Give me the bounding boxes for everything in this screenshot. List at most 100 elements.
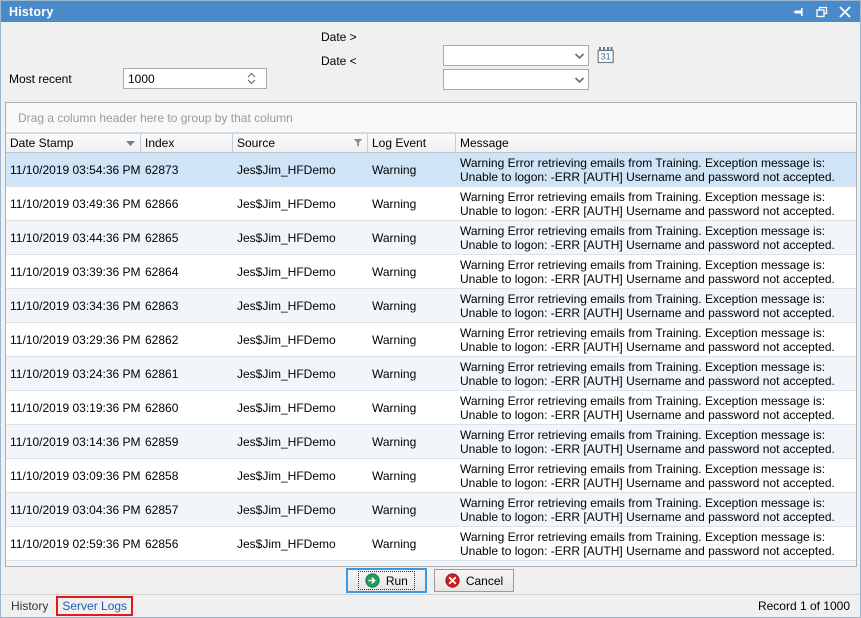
most-recent-stepper[interactable]: [123, 68, 267, 89]
most-recent-input[interactable]: [124, 70, 242, 87]
date-greater-combobox[interactable]: [443, 45, 589, 66]
column-header-source[interactable]: Source: [233, 134, 368, 152]
table-cell-log-event: Warning: [368, 357, 456, 390]
table-cell-source: Jes$Jim_HFDemo: [233, 255, 368, 288]
table-cell-message: Warning Error retrieving emails from Tra…: [456, 153, 856, 186]
table-cell-source: Jes$Jim_HFDemo: [233, 493, 368, 526]
table-row[interactable]: 11/10/2019 03:39:36 PM62864Jes$Jim_HFDem…: [6, 255, 856, 289]
table-cell-index: 62861: [141, 357, 233, 390]
table-cell-message: Warning Error retrieving emails from Tra…: [456, 357, 856, 390]
table-cell-index: 62863: [141, 289, 233, 322]
table-cell-log-event: Warning: [368, 153, 456, 186]
table-cell-index: 62858: [141, 459, 233, 492]
filter-icon[interactable]: [353, 138, 363, 148]
column-header-log-event[interactable]: Log Event: [368, 134, 456, 152]
table-cell-source: Jes$Jim_HFDemo: [233, 221, 368, 254]
table-row[interactable]: 11/10/2019 02:59:36 PM62856Jes$Jim_HFDem…: [6, 527, 856, 561]
table-cell-log-event: Warning: [368, 255, 456, 288]
cancel-button-label: Cancel: [466, 574, 503, 588]
table-cell-date: 11/10/2019 03:24:36 PM: [6, 357, 141, 390]
table-cell-index: 62866: [141, 187, 233, 220]
window-controls: [792, 5, 860, 19]
table-row[interactable]: 11/10/2019 03:19:36 PM62860Jes$Jim_HFDem…: [6, 391, 856, 425]
date-less-combobox[interactable]: [443, 69, 589, 90]
table-row[interactable]: 11/10/2019 03:44:36 PM62865Jes$Jim_HFDem…: [6, 221, 856, 255]
table-cell-log-event: Warning: [368, 493, 456, 526]
date-greater-label: Date >: [321, 30, 357, 44]
table-cell-index: 62873: [141, 153, 233, 186]
table-cell-message: Warning Error retrieving emails from Tra…: [456, 221, 856, 254]
table-cell-log-event: Warning: [368, 459, 456, 492]
table-cell-date: 11/10/2019 02:59:36 PM: [6, 527, 141, 560]
column-header-message[interactable]: Message: [456, 134, 856, 152]
table-cell-date: 11/10/2019 03:29:36 PM: [6, 323, 141, 356]
table-cell-log-event: Warning: [368, 425, 456, 458]
table-row[interactable]: 11/10/2019 03:34:36 PM62863Jes$Jim_HFDem…: [6, 289, 856, 323]
chevron-down-icon[interactable]: [570, 70, 588, 89]
history-dialog: History Most: [0, 0, 861, 618]
table-cell-source: Jes$Jim_HFDemo: [233, 187, 368, 220]
table-cell-source: Jes$Jim_HFDemo: [233, 289, 368, 322]
table-cell-date: 11/10/2019 03:39:36 PM: [6, 255, 141, 288]
window-title: History: [1, 5, 53, 19]
tab-server-logs[interactable]: Server Logs: [56, 596, 133, 616]
grid-header-row: Date Stamp Index Source Log Event: [6, 133, 856, 153]
calendar-icon[interactable]: 31: [597, 46, 615, 65]
status-bar: History Server Logs Record 1 of 1000: [1, 594, 860, 617]
table-cell-message: Warning Error retrieving emails from Tra…: [456, 323, 856, 356]
run-icon: [365, 573, 380, 588]
cancel-icon: [445, 573, 460, 588]
restore-icon[interactable]: [815, 5, 829, 19]
svg-text:31: 31: [601, 52, 611, 62]
table-cell-message: Warning Error retrieving emails from Tra…: [456, 493, 856, 526]
grid-rows: 11/10/2019 03:54:36 PM62873Jes$Jim_HFDem…: [6, 153, 856, 567]
table-cell-log-event: Warning: [368, 221, 456, 254]
table-cell-source: Jes$Jim_HFDemo: [233, 357, 368, 390]
table-cell-date: 11/10/2019 03:49:36 PM: [6, 187, 141, 220]
table-row[interactable]: 11/10/2019 03:49:36 PM62866Jes$Jim_HFDem…: [6, 187, 856, 221]
table-cell-source: Jes$Jim_HFDemo: [233, 391, 368, 424]
table-cell-log-event: Warning: [368, 187, 456, 220]
table-cell-message: Warning Error retrieving emails from Tra…: [456, 459, 856, 492]
table-cell-date: 11/10/2019 03:04:36 PM: [6, 493, 141, 526]
table-cell-source: Jes$Jim_HFDemo: [233, 323, 368, 356]
column-header-date-stamp[interactable]: Date Stamp: [6, 134, 141, 152]
table-row[interactable]: 11/10/2019 03:54:36 PM62873Jes$Jim_HFDem…: [6, 153, 856, 187]
table-cell-message: Warning Error retrieving emails from Tra…: [456, 289, 856, 322]
table-cell-log-event: Warning: [368, 527, 456, 560]
table-cell-source: Jes$Jim_HFDemo: [233, 527, 368, 560]
table-row[interactable]: 11/10/2019 03:24:36 PM62861Jes$Jim_HFDem…: [6, 357, 856, 391]
table-cell-message: Warning Error retrieving emails from Tra…: [456, 187, 856, 220]
record-count-label: Record 1 of 1000: [758, 599, 860, 613]
tab-history[interactable]: History: [5, 597, 54, 615]
table-cell-date: 11/10/2019 03:44:36 PM: [6, 221, 141, 254]
close-icon[interactable]: [838, 5, 852, 19]
table-cell-log-event: Warning: [368, 323, 456, 356]
column-header-index[interactable]: Index: [141, 134, 233, 152]
table-cell-log-event: Warning: [368, 391, 456, 424]
sort-descending-icon[interactable]: [125, 139, 136, 147]
table-cell-source: Jes$Jim_HFDemo: [233, 153, 368, 186]
table-cell-date: 11/10/2019 03:54:36 PM: [6, 153, 141, 186]
table-row[interactable]: 11/10/2019 03:14:36 PM62859Jes$Jim_HFDem…: [6, 425, 856, 459]
most-recent-label: Most recent: [9, 72, 72, 86]
run-button[interactable]: Run: [347, 569, 426, 592]
date-less-label: Date <: [321, 54, 357, 68]
table-row[interactable]: 11/10/2019 03:04:36 PM62857Jes$Jim_HFDem…: [6, 493, 856, 527]
table-cell-date: 11/10/2019 03:19:36 PM: [6, 391, 141, 424]
table-cell-source: Jes$Jim_HFDemo: [233, 425, 368, 458]
chevron-down-icon[interactable]: [570, 46, 588, 65]
column-header-label: Date Stamp: [10, 136, 73, 150]
stepper-arrows-icon[interactable]: [242, 69, 260, 88]
column-header-label: Source: [237, 136, 275, 150]
cancel-button[interactable]: Cancel: [434, 569, 514, 592]
pin-icon[interactable]: [792, 5, 806, 19]
table-cell-message: Warning Error retrieving emails from Tra…: [456, 255, 856, 288]
table-cell-index: 62864: [141, 255, 233, 288]
table-row[interactable]: 11/10/2019 03:09:36 PM62858Jes$Jim_HFDem…: [6, 459, 856, 493]
group-by-panel[interactable]: Drag a column header here to group by th…: [6, 103, 856, 133]
table-cell-index: 62860: [141, 391, 233, 424]
table-cell-message: Warning Error retrieving emails from Tra…: [456, 391, 856, 424]
table-row[interactable]: 11/10/2019 03:29:36 PM62862Jes$Jim_HFDem…: [6, 323, 856, 357]
table-cell-index: 62859: [141, 425, 233, 458]
